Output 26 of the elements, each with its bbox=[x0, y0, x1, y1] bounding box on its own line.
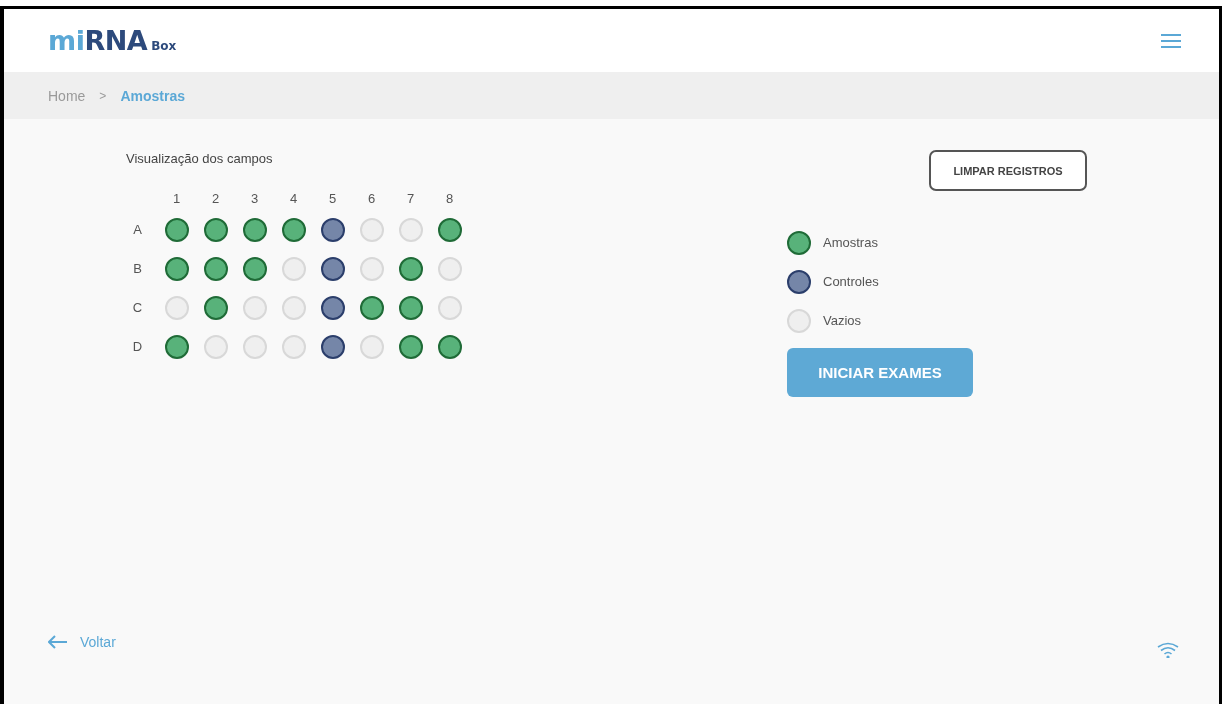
row-letter: D bbox=[132, 339, 143, 354]
section-title: Visualização dos campos bbox=[126, 151, 274, 166]
back-arrow-icon[interactable] bbox=[48, 635, 68, 649]
back-link[interactable]: Voltar bbox=[80, 634, 116, 650]
breadcrumb-link[interactable]: Home bbox=[48, 87, 86, 104]
breadcrumb-separator: > bbox=[99, 88, 107, 103]
clear-records-button[interactable]: LIMPAR REGISTROS bbox=[929, 150, 1087, 191]
legend-label: Controles bbox=[823, 274, 879, 289]
column-number: 3 bbox=[250, 190, 259, 206]
column-number: 5 bbox=[328, 190, 337, 206]
column-number: 7 bbox=[406, 190, 415, 206]
wifi-icon bbox=[1157, 642, 1179, 658]
column-number: 6 bbox=[367, 190, 376, 206]
app-logo: miRNA Box bbox=[48, 25, 177, 56]
row-letter: A bbox=[133, 222, 142, 237]
breadcrumb-link[interactable]: Amostras bbox=[120, 87, 185, 104]
column-number: 4 bbox=[289, 190, 298, 206]
menu-icon[interactable] bbox=[1161, 33, 1181, 48]
column-number: 1 bbox=[172, 190, 181, 206]
legend-label: Amostras bbox=[823, 235, 878, 250]
row-letter: B bbox=[133, 261, 142, 276]
column-number: 8 bbox=[445, 190, 454, 206]
column-number: 2 bbox=[211, 190, 220, 206]
legend-label: Vazios bbox=[823, 313, 862, 328]
start-exams-button[interactable]: INICIAR EXAMES bbox=[787, 348, 973, 397]
row-letter: C bbox=[132, 300, 143, 315]
